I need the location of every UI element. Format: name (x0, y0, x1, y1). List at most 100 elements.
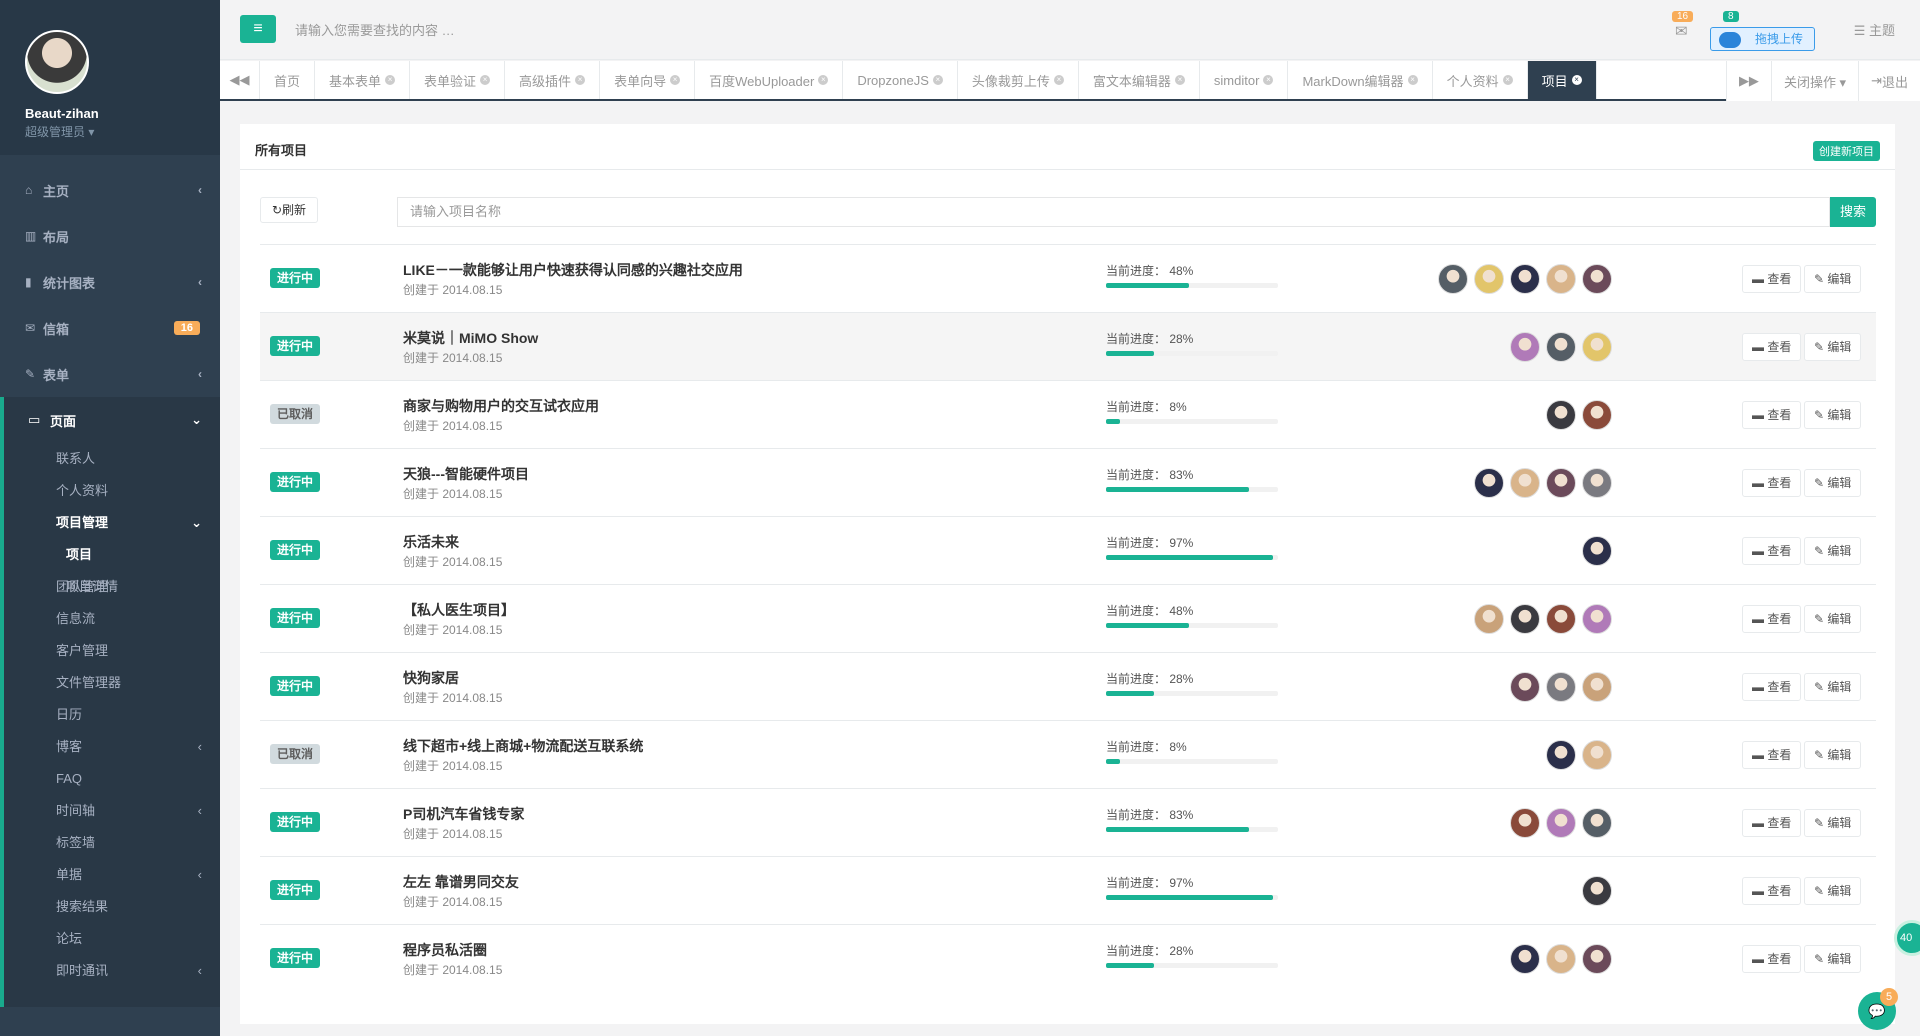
tab-home[interactable]: 首页 (260, 61, 316, 99)
view-button[interactable]: ▬ 查看 (1742, 537, 1802, 565)
edit-button[interactable]: ✎ 编辑 (1804, 945, 1862, 973)
close-icon[interactable]: × (1571, 75, 1582, 85)
menu-toggle-button[interactable]: ≡ (240, 15, 276, 43)
tab-rich-editor[interactable]: 富文本编辑器 × (1079, 61, 1200, 99)
close-icon[interactable]: × (1502, 75, 1513, 85)
member-avatar[interactable] (1582, 400, 1612, 430)
sidebar-item-faq[interactable]: FAQ (4, 763, 220, 795)
sidebar-item-pages[interactable]: ▭ 页面 ⌄ (4, 397, 220, 443)
member-avatar[interactable] (1546, 672, 1576, 702)
view-button[interactable]: ▬ 查看 (1742, 741, 1802, 769)
project-title-link[interactable]: 商家与购物用户的交互试衣应用 (403, 396, 599, 416)
project-title-link[interactable]: 乐活未来 (403, 532, 459, 552)
tab-profile[interactable]: 个人资料 × (1433, 61, 1528, 99)
tab-simditor[interactable]: simditor × (1200, 61, 1289, 99)
refresh-button[interactable]: ↻刷新 (260, 197, 318, 223)
member-avatar[interactable] (1582, 876, 1612, 906)
edit-button[interactable]: ✎ 编辑 (1804, 401, 1862, 429)
member-avatar[interactable] (1510, 604, 1540, 634)
member-avatar[interactable] (1510, 808, 1540, 838)
project-title-link[interactable]: 天狼---智能硬件项目 (403, 464, 529, 484)
project-title-link[interactable]: P司机汽车省钱专家 (403, 804, 524, 824)
tabs-scroll-left-button[interactable]: ◀◀ (220, 61, 260, 99)
logout-button[interactable]: ⇥ 退出 (1858, 61, 1920, 101)
project-title-link[interactable]: 左左 靠谱男同交友 (403, 872, 519, 892)
close-icon[interactable]: × (480, 75, 491, 85)
theme-button[interactable]: ☰ 主题 (1854, 20, 1895, 39)
edit-button[interactable]: ✎ 编辑 (1804, 265, 1862, 293)
close-icon[interactable]: × (1263, 75, 1274, 85)
sidebar-item-forms[interactable]: ✎ 表单 ‹ (0, 351, 220, 397)
member-avatar[interactable] (1582, 672, 1612, 702)
sidebar-item-team[interactable]: 团队管理 (4, 571, 220, 603)
member-avatar[interactable] (1546, 808, 1576, 838)
sidebar-item-invoice[interactable]: 单据 ‹ (4, 859, 220, 891)
tab-dropzone[interactable]: DropzoneJS × (843, 61, 958, 99)
tab-form-validate[interactable]: 表单验证 × (410, 61, 506, 99)
sidebar-item-forum[interactable]: 论坛 (4, 923, 220, 955)
tabs-scroll-right-button[interactable]: ▶▶ (1725, 61, 1771, 101)
edit-button[interactable]: ✎ 编辑 (1804, 469, 1862, 497)
sidebar-item-im[interactable]: 即时通讯 ‹ (4, 955, 220, 987)
tab-projects[interactable]: 项目 × (1527, 61, 1597, 99)
sidebar-item-blog[interactable]: 博客 ‹ (4, 731, 220, 763)
sidebar-item-clients[interactable]: 客户管理 (4, 635, 220, 667)
sidebar-item-search[interactable]: 搜索结果 (4, 891, 220, 923)
edit-button[interactable]: ✎ 编辑 (1804, 673, 1862, 701)
view-button[interactable]: ▬ 查看 (1742, 809, 1802, 837)
member-avatar[interactable] (1546, 604, 1576, 634)
sidebar-item-tags[interactable]: 标签墙 (4, 827, 220, 859)
top-search-input[interactable]: 请输入您需要查找的内容 … (295, 20, 455, 39)
view-button[interactable]: ▬ 查看 (1742, 333, 1802, 361)
member-avatar[interactable] (1546, 264, 1576, 294)
project-title-link[interactable]: LIKE－一款能够让用户快速获得认同感的兴趣社交应用 (403, 260, 743, 280)
view-button[interactable]: ▬ 查看 (1742, 265, 1802, 293)
edit-button[interactable]: ✎ 编辑 (1804, 333, 1862, 361)
member-avatar[interactable] (1582, 332, 1612, 362)
edit-button[interactable]: ✎ 编辑 (1804, 537, 1862, 565)
drag-upload-button[interactable]: 拖拽上传 (1710, 27, 1815, 51)
sidebar-item-projects[interactable]: 项目 (4, 539, 220, 571)
project-title-link[interactable]: 快狗家居 (403, 668, 459, 688)
tab-advanced-plugins[interactable]: 高级插件 × (505, 61, 601, 99)
view-button[interactable]: ▬ 查看 (1742, 469, 1802, 497)
close-icon[interactable]: × (1174, 75, 1185, 85)
envelope-icon[interactable]: ✉ (1675, 22, 1688, 40)
sidebar-item-layout[interactable]: ▥ 布局 (0, 213, 220, 259)
profile-role-dropdown[interactable]: 超级管理员 ▾ (25, 123, 220, 140)
close-icon[interactable]: × (932, 75, 943, 85)
member-avatar[interactable] (1546, 400, 1576, 430)
sidebar-item-timeline[interactable]: 时间轴 ‹ (4, 795, 220, 827)
search-button[interactable]: 搜索 (1830, 197, 1876, 227)
close-icon[interactable]: × (1407, 75, 1418, 85)
close-icon[interactable]: × (670, 75, 681, 85)
member-avatar[interactable] (1582, 264, 1612, 294)
create-project-button[interactable]: 创建新项目 (1813, 141, 1880, 161)
member-avatar[interactable] (1546, 468, 1576, 498)
project-title-link[interactable]: 线下超市+线上商城+物流配送互联系统 (403, 736, 643, 756)
close-icon[interactable]: × (1053, 75, 1064, 85)
sidebar-item-feed[interactable]: 信息流 (4, 603, 220, 635)
member-avatar[interactable] (1510, 944, 1540, 974)
tab-markdown[interactable]: MarkDown编辑器 × (1288, 61, 1433, 99)
close-icon[interactable]: × (818, 75, 829, 85)
close-icon[interactable]: × (385, 75, 396, 85)
tab-form-wizard[interactable]: 表单向导 × (600, 61, 696, 99)
avatar[interactable] (25, 30, 89, 94)
member-avatar[interactable] (1582, 536, 1612, 566)
edit-button[interactable]: ✎ 编辑 (1804, 741, 1862, 769)
member-avatar[interactable] (1510, 264, 1540, 294)
member-avatar[interactable] (1546, 332, 1576, 362)
member-avatar[interactable] (1474, 604, 1504, 634)
side-float-badge[interactable]: 40 (1894, 920, 1920, 956)
profile-name[interactable]: Beaut-zihan (25, 106, 220, 121)
sidebar-item-contacts[interactable]: 联系人 (4, 443, 220, 475)
sidebar-item-home[interactable]: ⌂ 主页 ‹ (0, 167, 220, 213)
tab-basic-form[interactable]: 基本表单 × (315, 61, 411, 99)
sidebar-item-mail[interactable]: ✉ 信箱 16 (0, 305, 220, 351)
member-avatar[interactable] (1582, 740, 1612, 770)
view-button[interactable]: ▬ 查看 (1742, 605, 1802, 633)
project-title-link[interactable]: 程序员私活圈 (403, 940, 487, 960)
sidebar-item-profile[interactable]: 个人资料 (4, 475, 220, 507)
member-avatar[interactable] (1510, 672, 1540, 702)
